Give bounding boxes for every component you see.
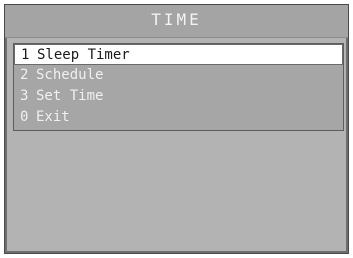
menu-item-sleep-timer[interactable]: 1 Sleep Timer bbox=[14, 44, 343, 65]
menu-item-label: Schedule bbox=[36, 67, 104, 83]
menu-item-number: 1 bbox=[21, 47, 30, 63]
time-menu-screen: TIME 1 Sleep Timer 2 Schedule 3 Set Time 0E… bbox=[4, 4, 349, 254]
menu-item-exit[interactable]: 0 Exit bbox=[14, 107, 343, 128]
menu-item-label: Exit bbox=[36, 109, 70, 125]
title-bar: TIME bbox=[5, 5, 348, 38]
menu-item-number: 0 bbox=[20, 109, 29, 125]
menu-item-schedule[interactable]: 2 Schedule bbox=[14, 65, 343, 86]
time-menu: 1 Sleep Timer 2 Schedule 3 Set Time 0 Exit bbox=[13, 43, 344, 131]
screen-title: TIME bbox=[151, 10, 202, 29]
menu-item-number: 2 bbox=[20, 67, 29, 83]
menu-item-number: 3 bbox=[20, 88, 29, 104]
menu-item-label: Sleep Timer bbox=[37, 47, 130, 63]
menu-item-label: Set Time bbox=[36, 88, 104, 104]
menu-item-set-time[interactable]: 3 Set Time bbox=[14, 86, 343, 107]
